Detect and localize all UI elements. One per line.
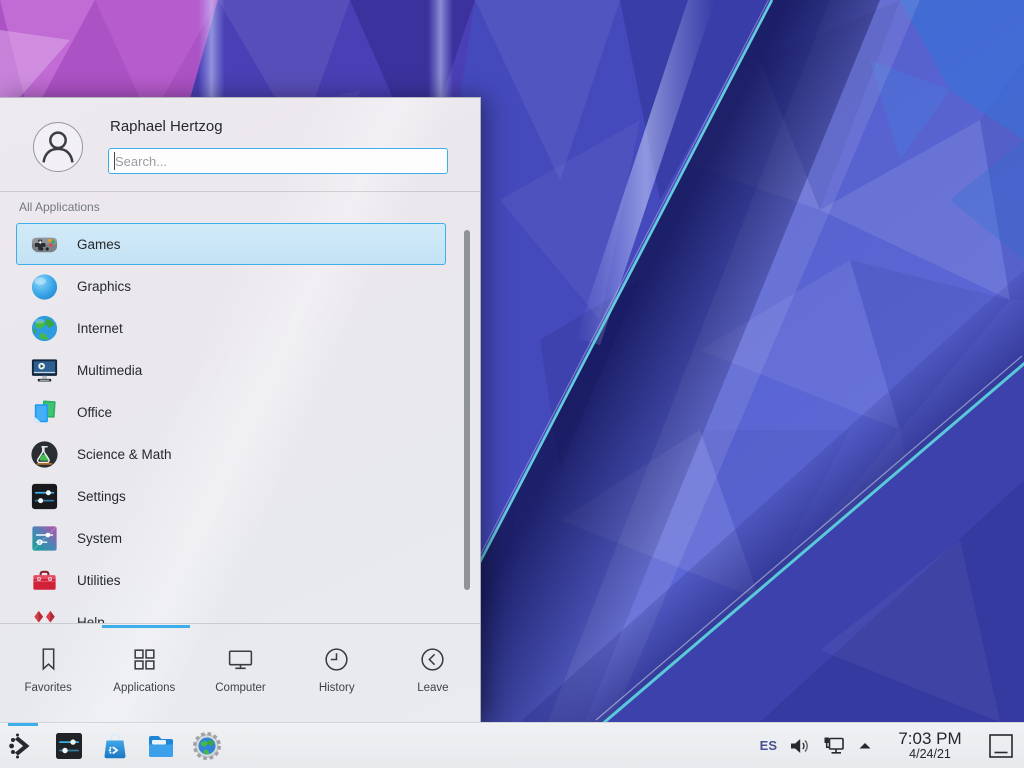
category-label: Multimedia	[77, 363, 142, 378]
category-games[interactable]: Games	[16, 223, 446, 265]
history-icon	[322, 645, 351, 674]
category-label: Settings	[77, 489, 126, 504]
category-label: Utilities	[77, 573, 121, 588]
help-icon	[29, 607, 60, 624]
show-desktop-button[interactable]	[986, 731, 1016, 761]
search-input[interactable]	[108, 148, 448, 174]
category-list: Games Graphics	[0, 223, 481, 623]
category-multimedia[interactable]: Multimedia	[16, 349, 446, 391]
leave-icon	[418, 645, 447, 674]
tab-label: Leave	[417, 682, 448, 694]
keyboard-layout-indicator[interactable]: ES	[760, 738, 777, 753]
scrollbar[interactable]	[464, 230, 470, 590]
system-tray: ES 7:03 PM 4/24/21	[760, 730, 1024, 761]
tab-label: Computer	[215, 682, 266, 694]
category-system[interactable]: System	[16, 517, 446, 559]
category-label: Office	[77, 405, 112, 420]
category-utilities[interactable]: Utilities	[16, 559, 446, 601]
category-label: Graphics	[77, 279, 131, 294]
active-task-indicator	[8, 723, 38, 726]
tab-favorites[interactable]: Favorites	[0, 628, 96, 723]
web-browser-icon	[191, 730, 223, 762]
user-icon	[34, 123, 82, 171]
category-science-math[interactable]: Science & Math	[16, 433, 446, 475]
header-separator	[0, 191, 480, 192]
system-icon	[29, 523, 60, 554]
settings-icon	[29, 481, 60, 512]
tab-bar: Favorites Applications Computer	[0, 628, 481, 723]
system-settings-button[interactable]	[53, 730, 85, 762]
volume-icon[interactable]	[788, 734, 812, 758]
app-launcher-icon	[7, 730, 39, 762]
applications-icon	[130, 645, 159, 674]
utilities-icon	[29, 565, 60, 596]
discover-button[interactable]	[99, 730, 131, 762]
tab-label: Applications	[113, 682, 175, 694]
category-office[interactable]: Office	[16, 391, 446, 433]
office-icon	[29, 397, 60, 428]
category-label: System	[77, 531, 122, 546]
tabbar-separator	[0, 623, 480, 624]
category-label: Games	[77, 237, 121, 252]
favorites-icon	[34, 645, 63, 674]
network-icon[interactable]	[821, 733, 847, 759]
taskbar-panel: ES 7:03 PM 4/24/21	[0, 722, 1024, 768]
text-cursor	[114, 152, 115, 170]
tab-computer[interactable]: Computer	[192, 628, 288, 723]
tab-label: Favorites	[24, 682, 71, 694]
discover-icon	[99, 730, 131, 762]
expand-tray-icon[interactable]	[856, 737, 874, 755]
tab-label: History	[319, 682, 355, 694]
user-name: Raphael Hertzog	[110, 118, 223, 135]
file-manager-button[interactable]	[145, 730, 177, 762]
web-browser-button[interactable]	[191, 730, 223, 762]
app-launcher-button[interactable]	[7, 730, 39, 762]
category-label: Help	[77, 615, 105, 624]
task-launchers	[0, 730, 223, 762]
system-settings-icon	[53, 730, 85, 762]
tab-history[interactable]: History	[289, 628, 385, 723]
desktop: Raphael Hertzog All Applications	[0, 0, 1024, 768]
science-icon	[29, 439, 60, 470]
category-label: Internet	[77, 321, 123, 336]
category-help[interactable]: Help	[16, 601, 446, 623]
computer-icon	[226, 645, 255, 674]
multimedia-icon	[29, 355, 60, 386]
category-internet[interactable]: Internet	[16, 307, 446, 349]
section-label: All Applications	[19, 200, 100, 214]
clock-date: 4/24/21	[887, 748, 973, 761]
clock-time: 7:03 PM	[887, 730, 973, 748]
file-manager-icon	[145, 730, 177, 762]
digital-clock[interactable]: 7:03 PM 4/24/21	[887, 730, 973, 761]
tab-applications[interactable]: Applications	[96, 628, 192, 723]
tab-leave[interactable]: Leave	[385, 628, 481, 723]
internet-icon	[29, 313, 60, 344]
category-label: Science & Math	[77, 447, 172, 462]
user-avatar[interactable]	[33, 122, 83, 172]
category-graphics[interactable]: Graphics	[16, 265, 446, 307]
category-settings[interactable]: Settings	[16, 475, 446, 517]
games-icon	[29, 229, 60, 260]
graphics-icon	[29, 271, 60, 302]
application-launcher-menu: Raphael Hertzog All Applications	[0, 97, 481, 722]
launcher-header: Raphael Hertzog	[0, 98, 480, 191]
